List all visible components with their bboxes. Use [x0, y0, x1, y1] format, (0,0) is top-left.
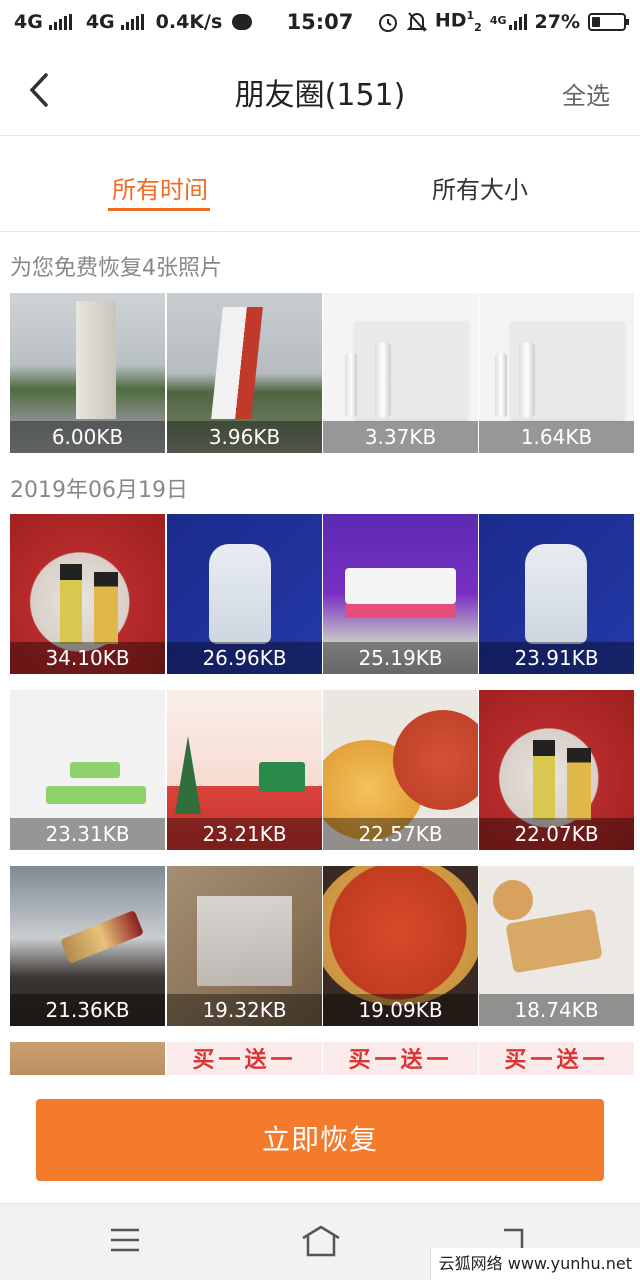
photo-thumbnail[interactable]: 1.64KB [479, 293, 634, 453]
page-title: 朋友圈(151) [234, 78, 406, 113]
home-icon[interactable] [300, 1224, 342, 1258]
menu-icon[interactable] [110, 1228, 140, 1252]
photo-thumbnail[interactable]: 19.09KB [323, 866, 478, 1026]
battery-percent: 27% [534, 11, 580, 33]
tab-all-sizes[interactable]: 所有大小 [432, 170, 528, 205]
watermark: 云狐网络 www.yunhu.net [429, 1248, 640, 1280]
filter-tabs: 所有时间 所有大小 [0, 136, 640, 232]
network-type-3: 4G [490, 14, 527, 30]
battery-icon [588, 13, 629, 31]
photo-thumbnail[interactable]: 21.36KB [10, 866, 165, 1026]
photo-thumbnail[interactable]: 3.96KB [167, 293, 322, 453]
select-all-button[interactable]: 全选 [562, 76, 610, 111]
section-title-free-recovery: 为您免费恢复4张照片 [10, 256, 222, 281]
photo-thumbnail[interactable]: 26.96KB [167, 514, 322, 674]
alarm-icon [378, 14, 397, 32]
photo-thumbnail[interactable]: 23.21KB [167, 690, 322, 850]
hd-indicator: HD12 [434, 9, 482, 35]
bottom-action-area: 立即恢复 [0, 1075, 640, 1203]
section-title-date: 2019年06月19日 [10, 478, 188, 503]
photo-thumbnail[interactable]: 23.31KB [10, 690, 165, 850]
photo-thumbnail[interactable]: 25.19KB [323, 514, 478, 674]
photo-thumbnail[interactable]: 22.57KB [323, 690, 478, 850]
tab-all-time[interactable]: 所有时间 [112, 170, 208, 205]
photo-thumbnail[interactable]: 22.07KB [479, 690, 634, 850]
photo-thumbnail[interactable]: 19.32KB [167, 866, 322, 1026]
photo-thumbnail[interactable]: 3.37KB [323, 293, 478, 453]
mute-bell-icon [406, 12, 427, 32]
status-bar: 4G 4G 0.4K/s 15:07 HD12 4G 27% [0, 0, 640, 44]
navigation-bar: 朋友圈(151) 全选 [0, 44, 640, 136]
photo-thumbnail[interactable]: 34.10KB [10, 514, 165, 674]
restore-now-button[interactable]: 立即恢复 [36, 1099, 604, 1181]
photo-thumbnail[interactable]: 6.00KB [10, 293, 165, 453]
photo-thumbnail[interactable]: 18.74KB [479, 866, 634, 1026]
active-tab-indicator [108, 208, 210, 211]
photo-thumbnail[interactable]: 23.91KB [479, 514, 634, 674]
